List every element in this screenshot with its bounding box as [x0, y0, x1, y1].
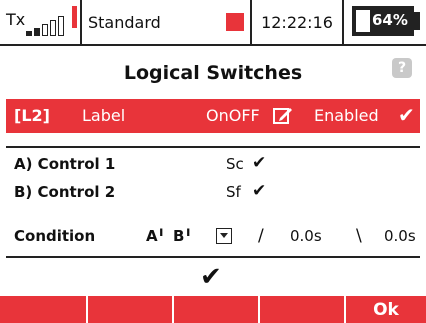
softkey-2[interactable] — [88, 296, 174, 323]
input-b-switch-icon: ı — [186, 225, 191, 240]
divider — [6, 146, 420, 148]
page-title: Logical Switches — [123, 62, 303, 84]
condition-input-b[interactable]: B — [173, 227, 184, 245]
model-status-indicator — [226, 13, 244, 31]
input-a-switch-icon: ı — [159, 225, 164, 240]
tx-signal-cell: Tx — [0, 0, 82, 44]
signal-strength-icon — [24, 16, 74, 36]
battery-cell: 64% — [344, 0, 426, 44]
model-name: Standard — [88, 12, 161, 32]
softkey-bar: Ok — [0, 296, 426, 323]
tx-label: Tx — [6, 10, 26, 29]
switch-enabled-label[interactable]: Enabled — [314, 106, 379, 125]
softkey-1[interactable] — [0, 296, 88, 323]
battery-percent: 64% — [372, 11, 408, 29]
switch-header-row: [L2] Label OnOFF Enabled ✔ — [6, 99, 420, 133]
tx-alert-indicator — [72, 6, 77, 28]
condition-dropdown-icon[interactable] — [216, 228, 232, 244]
control1-value[interactable]: Sc — [226, 155, 244, 173]
help-icon[interactable]: ? — [392, 58, 412, 78]
control2-label: B) Control 2 — [14, 183, 116, 201]
ok-button[interactable]: Ok — [346, 296, 426, 323]
rise-delay-icon: / — [258, 226, 264, 246]
condition-input-a[interactable]: A — [146, 227, 158, 245]
control1-check-icon[interactable]: ✔ — [252, 153, 266, 173]
divider — [6, 256, 420, 258]
fall-delay-value[interactable]: 0.0s — [384, 227, 416, 245]
time-cell: 12:22:16 — [252, 0, 344, 44]
control2-check-icon[interactable]: ✔ — [252, 181, 266, 201]
rise-delay-value[interactable]: 0.0s — [290, 227, 322, 245]
status-bar: Tx Standard 12:22:16 64% — [0, 0, 426, 46]
enabled-check-icon[interactable]: ✔ — [398, 103, 415, 127]
fall-delay-icon: \ — [356, 226, 362, 246]
softkey-4[interactable] — [260, 296, 346, 323]
softkey-3[interactable] — [174, 296, 260, 323]
screen-frame: Tx Standard 12:22:16 64% Logical Switche… — [0, 0, 426, 323]
control1-label: A) Control 1 — [14, 155, 116, 173]
model-cell: Standard — [82, 0, 252, 44]
switch-id: [L2] — [14, 106, 50, 125]
switch-label-field[interactable]: Label — [82, 106, 125, 125]
control2-value[interactable]: Sf — [226, 183, 241, 201]
result-check-icon: ✔ — [200, 262, 222, 292]
switch-mode-field[interactable]: OnOFF — [206, 106, 260, 125]
condition-label: Condition — [14, 227, 96, 245]
clock: 12:22:16 — [261, 12, 333, 32]
edit-icon[interactable] — [272, 104, 294, 126]
